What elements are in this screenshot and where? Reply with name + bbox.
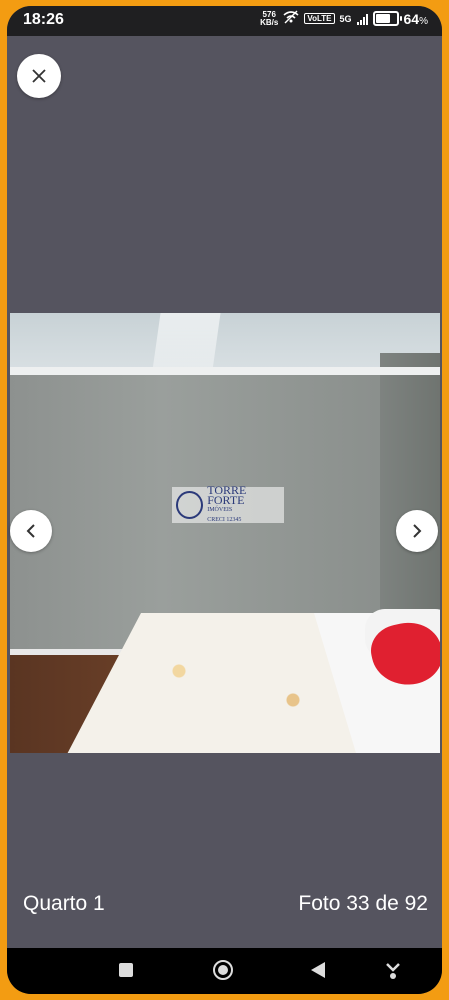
photo-counter: Foto 33 de 92: [298, 892, 428, 915]
battery-percent: 64%: [403, 10, 428, 27]
recents-button[interactable]: [118, 962, 134, 983]
extra-nav-button[interactable]: [383, 960, 403, 985]
screen-frame: 18:26 576 KB/s VoLTE 5G 64% TORRE FORTE …: [7, 6, 442, 994]
next-photo-button[interactable]: [396, 510, 438, 552]
photo-caption: Quarto 1: [23, 892, 105, 915]
status-time: 18:26: [23, 11, 64, 28]
back-button[interactable]: [310, 961, 326, 984]
listing-photo[interactable]: TORRE FORTE IMÓVEIS CRECI 12345: [10, 313, 440, 753]
close-icon: [32, 69, 46, 83]
circle-icon: [213, 960, 233, 980]
photo-watermark: TORRE FORTE IMÓVEIS CRECI 12345: [172, 484, 284, 523]
chevron-right-icon: [413, 524, 422, 538]
triangle-back-icon: [311, 962, 325, 978]
signal-icon: [356, 13, 368, 25]
watermark-logo-icon: [176, 491, 204, 519]
chevron-left-icon: [26, 524, 35, 538]
square-icon: [119, 963, 133, 977]
system-nav-bar: [7, 948, 442, 994]
wifi-off-icon: [283, 10, 299, 27]
download-icon: [386, 963, 400, 979]
status-bar: 18:26 576 KB/s VoLTE 5G 64%: [7, 6, 442, 36]
volte-badge: VoLTE: [304, 13, 335, 24]
previous-photo-button[interactable]: [10, 510, 52, 552]
status-icons: 576 KB/s VoLTE 5G 64%: [260, 10, 428, 27]
close-button[interactable]: [17, 54, 61, 98]
network-speed: 576 KB/s: [260, 9, 279, 27]
network-type: 5G: [339, 13, 352, 24]
battery-icon: [372, 11, 402, 26]
home-button[interactable]: [212, 959, 234, 986]
